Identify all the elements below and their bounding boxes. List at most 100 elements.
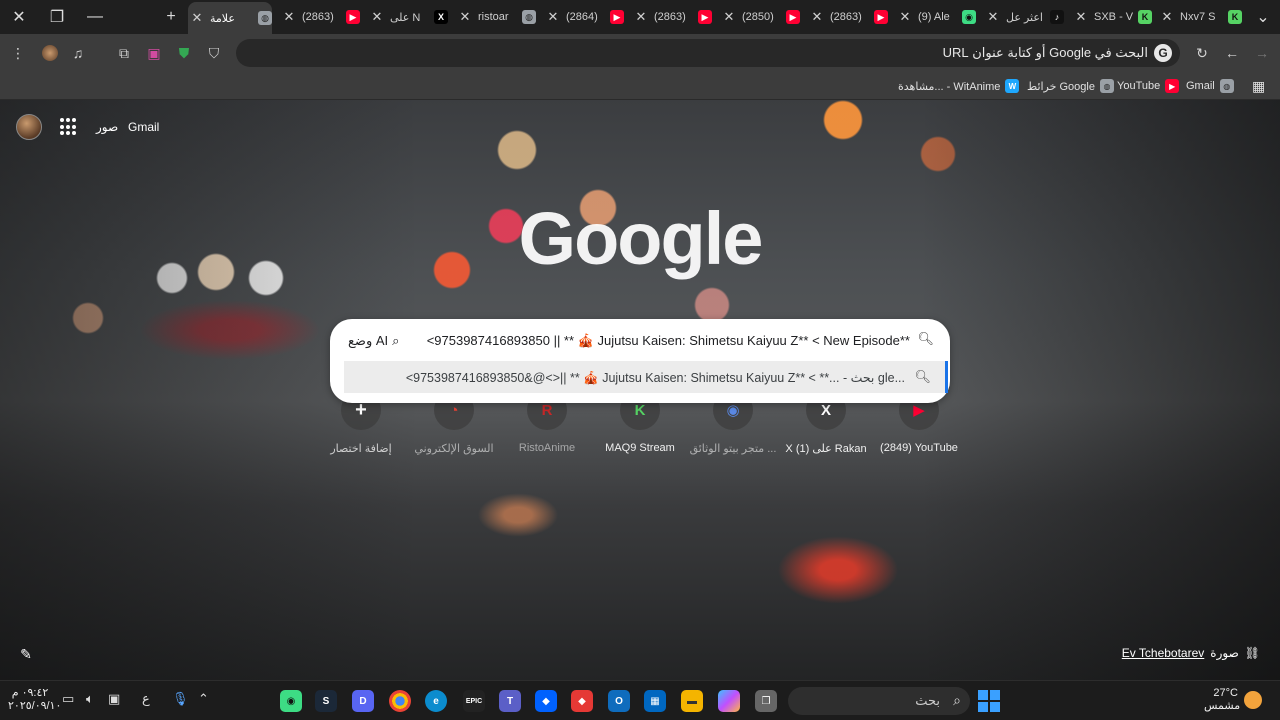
windows-start-icon[interactable] xyxy=(978,690,1000,712)
close-window-button[interactable]: ✕ xyxy=(0,0,38,34)
search-icon[interactable]: 🔍︎ xyxy=(917,331,934,347)
search-input[interactable]: <9753987416893850 || ** 🎪 Jujutsu Kaisen… xyxy=(427,333,910,349)
tab[interactable]: ✕ على N X xyxy=(368,4,448,30)
shortcut-label: RistoAnime xyxy=(518,442,576,454)
task-view-icon[interactable]: ❐ xyxy=(755,690,777,712)
privacy-shield-icon[interactable]: ⛉ xyxy=(204,43,224,63)
bookmark-label: YouTube xyxy=(1117,80,1161,92)
customize-pencil-icon[interactable]: ✎ xyxy=(16,644,36,664)
tab-close-icon[interactable]: ✕ xyxy=(984,9,1002,25)
back-icon[interactable]: ← xyxy=(1222,43,1242,63)
google-apps-icon[interactable] xyxy=(60,118,78,136)
tab-close-icon[interactable]: ✕ xyxy=(720,9,738,25)
app-red-icon[interactable]: ◆ xyxy=(571,690,593,712)
tab[interactable]: ✕ (2863) ▶ xyxy=(632,4,712,30)
outlook-icon[interactable]: O xyxy=(608,690,630,712)
bookmark-google-maps[interactable]: خرائط Google ◍ xyxy=(1027,77,1114,95)
system-clock[interactable]: ٠٩:٤٢ م ٢٠٢٥/٠٩/١٠ xyxy=(8,687,61,713)
x-icon: X xyxy=(434,10,448,24)
all-bookmarks-icon[interactable]: ▦ xyxy=(1252,77,1265,95)
chrome-icon[interactable] xyxy=(389,690,411,712)
edge-icon[interactable]: e xyxy=(425,690,447,712)
extension-icon[interactable]: ▣ xyxy=(144,43,164,63)
youtube-icon: ▶ xyxy=(346,10,360,24)
tab-title: SXB - V xyxy=(1094,11,1134,23)
tab[interactable]: ✕ (2863) ▶ xyxy=(808,4,888,30)
input-language[interactable]: ع xyxy=(142,691,150,707)
sun-icon[interactable] xyxy=(1244,691,1262,709)
tab-title: (2863) xyxy=(302,11,334,23)
tab[interactable]: ✕ (2863) ▶ xyxy=(280,4,360,30)
tab[interactable]: ✕ SXB - V K xyxy=(1072,4,1152,30)
tab[interactable]: ✕ (2864) ▶ xyxy=(544,4,624,30)
tab-title: اعثر عل xyxy=(1006,11,1043,24)
credit-author[interactable]: Ev Tchebotarev xyxy=(1122,646,1205,660)
dropbox-icon[interactable]: ◆ xyxy=(535,690,557,712)
tab[interactable]: ✕ ristoar ◍ xyxy=(456,4,536,30)
tab[interactable]: ✕ Nxv7 S K xyxy=(1158,4,1242,30)
tab-close-icon[interactable]: ✕ xyxy=(544,9,562,25)
tab-close-icon[interactable]: ✕ xyxy=(896,9,914,25)
show-hidden-icons-chevron-icon[interactable]: ⌃ xyxy=(198,691,209,707)
taskbar-search[interactable]: بحث ⌕ xyxy=(788,687,970,715)
tab-close-icon[interactable]: ✕ xyxy=(456,9,474,25)
tab-strip: ✕ ❐ — + ✕ علامة ◍ ✕ (2863) ▶ ✕ على N X ✕… xyxy=(0,0,1280,34)
tab-close-icon[interactable]: ✕ xyxy=(808,9,826,25)
profile-avatar[interactable] xyxy=(40,43,60,63)
new-tab-page: صور Gmail Google ▶ (2849) YouTube X X عل… xyxy=(0,100,1280,680)
gmail-link[interactable]: Gmail xyxy=(128,120,159,134)
media-control-icon[interactable]: ♫ xyxy=(68,43,88,63)
taskbar-app-icon[interactable]: ◉ xyxy=(280,690,302,712)
shortcut-label: MAQ9 Stream xyxy=(605,442,675,454)
bookmark-gmail[interactable]: Gmail ◍ xyxy=(1186,77,1234,95)
bookmark-youtube[interactable]: YouTube ▶ xyxy=(1117,77,1180,95)
microphone-icon[interactable]: 🎙︎ xyxy=(172,691,189,707)
youtube-icon: ▶ xyxy=(610,10,624,24)
restore-window-button[interactable]: ❐ xyxy=(38,0,76,34)
tab-search-button[interactable]: ⌄ xyxy=(1246,0,1280,34)
store-icon[interactable]: ▦ xyxy=(644,690,666,712)
globe-icon: ◍ xyxy=(1219,79,1234,93)
battery-icon[interactable]: ▭ xyxy=(62,691,74,707)
account-avatar[interactable] xyxy=(16,114,42,140)
weather-widget[interactable]: 27°C مشمس xyxy=(1204,687,1240,713)
shield-icon[interactable]: ⛊ xyxy=(174,43,194,63)
tab-title: (2864) xyxy=(566,11,598,23)
tab[interactable]: ✕ (2850) ▶ xyxy=(720,4,800,30)
teams-icon[interactable]: T xyxy=(499,690,521,712)
search-box[interactable]: 🔍︎ <9753987416893850 || ** 🎪 Jujutsu Kai… xyxy=(330,319,950,403)
search-suggestion[interactable]: 🔍︎ <9753987416893850&@<>|| ** 🎪 Jujutsu … xyxy=(344,361,948,393)
tab-title: (2863) xyxy=(654,11,686,23)
images-link[interactable]: صور xyxy=(96,120,118,134)
tab-close-icon[interactable]: ✕ xyxy=(1072,9,1090,25)
menu-icon[interactable]: ⋮ xyxy=(8,43,28,63)
tab-close-icon[interactable]: ✕ xyxy=(368,9,386,25)
steam-icon[interactable]: S xyxy=(315,690,337,712)
tab-close-icon[interactable]: ✕ xyxy=(188,10,206,26)
tab-title: على N xyxy=(390,11,421,24)
tab-close-icon[interactable]: ✕ xyxy=(280,9,298,25)
file-explorer-icon[interactable]: ▬ xyxy=(681,690,703,712)
tab[interactable]: ✕ (9) Ale ◉ xyxy=(896,4,976,30)
address-bar[interactable]: البحث في Google أو كتابة عنوان URL G xyxy=(236,39,1180,67)
tab-close-icon[interactable]: ✕ xyxy=(1158,9,1176,25)
network-icon[interactable]: ▣ xyxy=(108,691,120,707)
shortcut-label: إضافة اختصار xyxy=(330,443,392,455)
discord-icon[interactable]: D xyxy=(352,690,374,712)
ai-mode-button[interactable]: وضع AI ⌕ xyxy=(348,333,399,349)
tab[interactable]: ✕ اعثر عل ♪ xyxy=(984,4,1064,30)
new-tab-button[interactable]: + xyxy=(152,0,190,34)
minimize-window-button[interactable]: — xyxy=(76,0,114,34)
forward-icon[interactable]: → xyxy=(1252,43,1272,63)
bookmark-witanime[interactable]: مشاهدة... - WitAnime W xyxy=(898,77,1020,95)
background-credit[interactable]: Ev Tchebotarev صورة ⛓ xyxy=(1122,646,1260,660)
weather-temp: 27°C xyxy=(1213,687,1238,699)
tab-close-icon[interactable]: ✕ xyxy=(632,9,650,25)
extensions-icon[interactable]: ⧉ xyxy=(114,43,134,63)
epic-games-icon[interactable]: EPIC xyxy=(463,690,485,712)
youtube-icon: ▶ xyxy=(874,10,888,24)
copilot-icon[interactable] xyxy=(718,690,740,712)
volume-icon[interactable]: 🔈︎ xyxy=(86,691,94,707)
reload-icon[interactable]: ↻ xyxy=(1192,43,1212,63)
tab-active[interactable]: ✕ علامة ◍ xyxy=(188,2,272,34)
